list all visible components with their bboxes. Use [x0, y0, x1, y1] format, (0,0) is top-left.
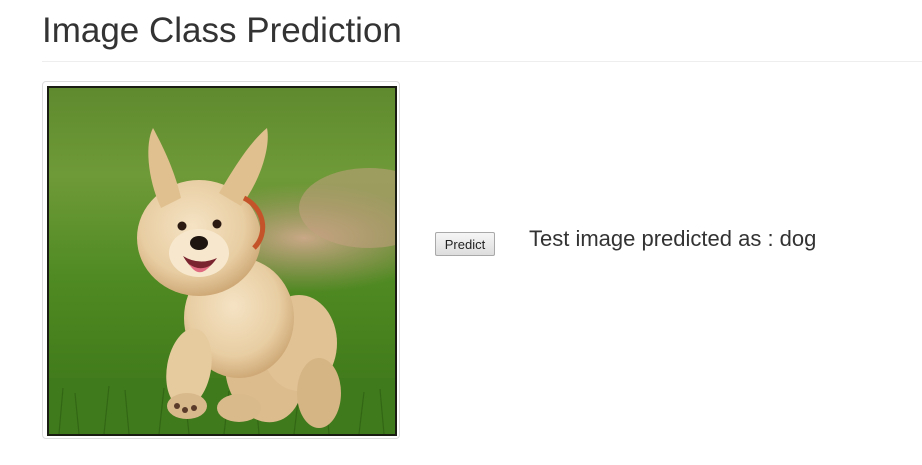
- image-thumbnail: [42, 81, 400, 439]
- prediction-result: Test image predicted as : dog: [529, 226, 817, 251]
- dog-photo-icon: [49, 88, 395, 434]
- page-header: Image Class Prediction: [42, 0, 922, 62]
- predict-button[interactable]: Predict: [435, 232, 495, 256]
- test-image: [47, 86, 397, 436]
- page-title: Image Class Prediction: [42, 11, 402, 50]
